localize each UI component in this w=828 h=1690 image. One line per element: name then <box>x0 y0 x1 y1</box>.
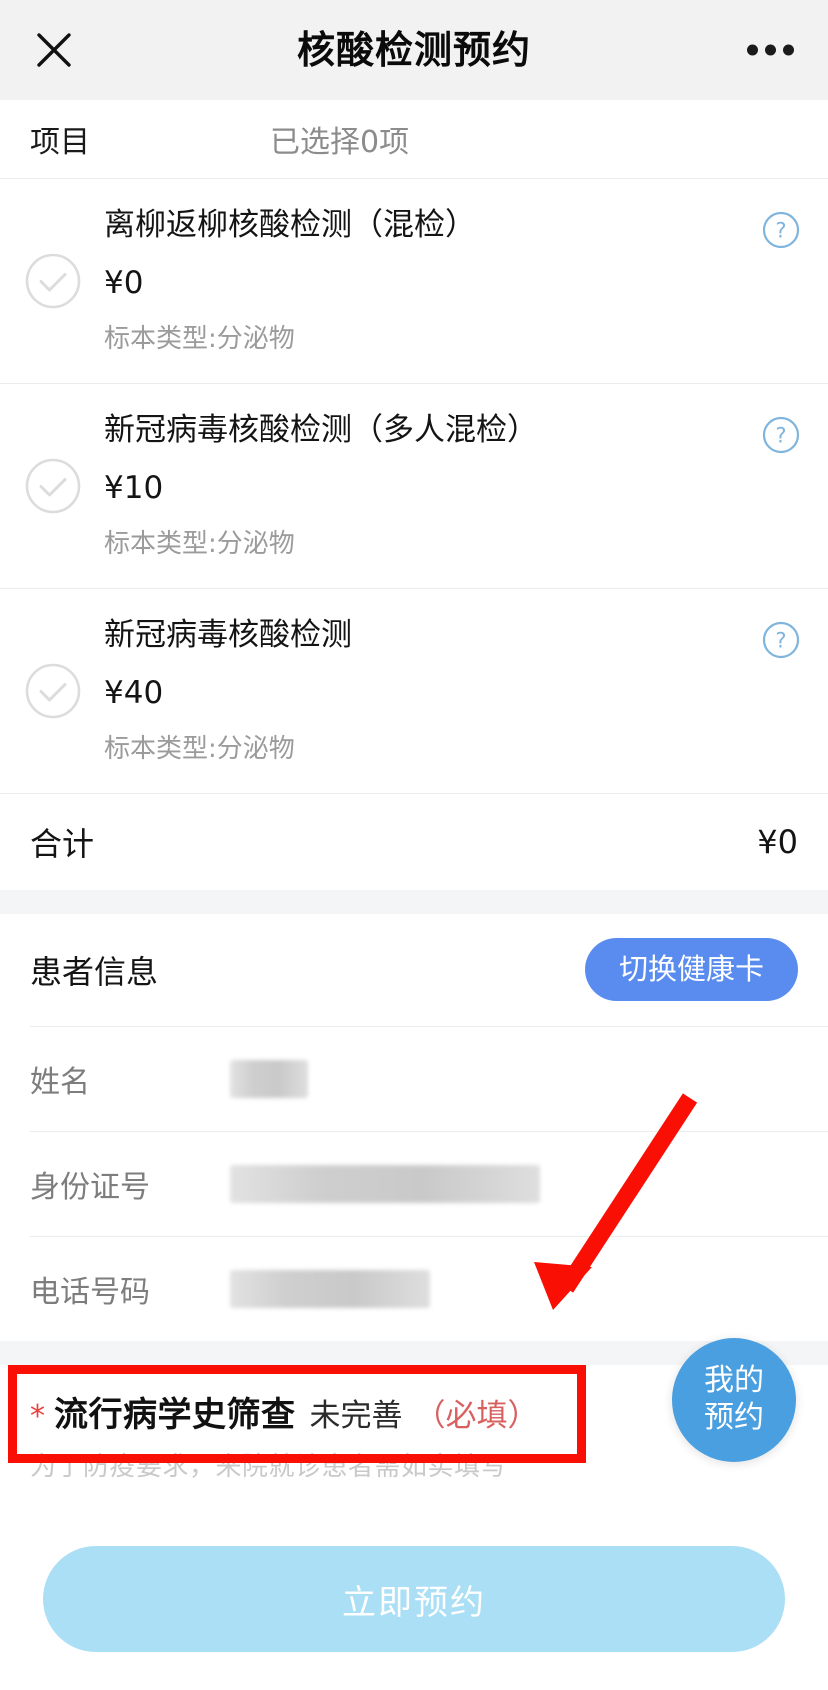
patient-info-label: 患者信息 <box>30 952 159 991</box>
patient-field-id-number[interactable]: 身份证号 <box>0 1131 828 1236</box>
patient-info-header: 患者信息 切换健康卡 <box>0 913 828 1026</box>
test-item-price: ¥10 <box>104 469 164 506</box>
field-label: 姓名 <box>30 1064 90 1100</box>
test-item-spec: 标本类型:分泌物 <box>104 324 295 355</box>
fab-line-1: 我的 <box>704 1363 764 1399</box>
close-icon[interactable] <box>30 26 78 74</box>
project-row[interactable]: 项目 已选择0项 <box>0 100 828 178</box>
question-mark-icon[interactable]: ? <box>762 211 800 249</box>
test-item[interactable]: 离柳返柳核酸检测（混检） ¥0 标本类型:分泌物 ? <box>0 179 828 383</box>
total-label: 合计 <box>30 824 95 863</box>
question-mark-icon[interactable]: ? <box>762 416 800 454</box>
bottom-action-bar: 立即预约 <box>0 1508 828 1690</box>
patient-info-section: 患者信息 切换健康卡 姓名 身份证号 电话号码 <box>0 913 828 1341</box>
project-label: 项目 <box>30 125 90 160</box>
check-circle-icon[interactable] <box>24 662 82 720</box>
patient-field-name[interactable]: 姓名 <box>0 1026 828 1131</box>
redacted-value <box>230 1059 308 1098</box>
test-item-price: ¥0 <box>104 264 144 301</box>
fab-line-2: 预约 <box>704 1400 764 1435</box>
test-item-body: 新冠病毒核酸检测 ¥40 标本类型:分泌物 <box>104 615 798 767</box>
project-section: 项目 已选择0项 离柳返柳核酸检测（混检） ¥0 标本类型:分泌物 ? 新冠病毒… <box>0 100 828 890</box>
epidemiology-title: 流行病学史筛查 <box>54 1394 296 1435</box>
check-circle-icon[interactable] <box>24 457 82 515</box>
test-item-spec: 标本类型:分泌物 <box>104 529 295 560</box>
test-item-name: 新冠病毒核酸检测 <box>104 616 352 653</box>
redacted-value <box>230 1164 540 1203</box>
test-item-price: ¥40 <box>104 674 164 711</box>
question-mark-icon[interactable]: ? <box>762 621 800 659</box>
switch-health-card-button[interactable]: 切换健康卡 <box>584 938 798 1002</box>
test-item[interactable]: 新冠病毒核酸检测 ¥40 标本类型:分泌物 ? <box>0 588 828 793</box>
field-label: 电话号码 <box>30 1274 150 1310</box>
test-item-body: 离柳返柳核酸检测（混检） ¥0 标本类型:分泌物 <box>104 205 798 357</box>
my-appointment-fab[interactable]: 我的 预约 <box>672 1338 796 1462</box>
required-asterisk: * <box>30 1398 45 1434</box>
patient-field-phone[interactable]: 电话号码 <box>0 1236 828 1341</box>
section-gap <box>0 889 828 914</box>
book-now-button[interactable]: 立即预约 <box>43 1546 785 1652</box>
total-row: 合计 ¥0 <box>0 793 828 890</box>
test-item-body: 新冠病毒核酸检测（多人混检） ¥10 标本类型:分泌物 <box>104 410 798 562</box>
redacted-value <box>230 1269 430 1308</box>
svg-text:?: ? <box>775 423 786 447</box>
navigation-bar: 核酸检测预约 <box>0 0 828 100</box>
project-selected-count: 已选择0项 <box>270 125 410 160</box>
test-item-name: 新冠病毒核酸检测（多人混检） <box>104 411 538 448</box>
app-root: 核酸检测预约 项目 已选择0项 离柳返柳核酸检测（混检） ¥0 标本类型:分泌物 <box>0 0 828 1690</box>
svg-text:?: ? <box>775 628 786 652</box>
page-title: 核酸检测预约 <box>296 28 531 72</box>
svg-text:?: ? <box>775 219 786 243</box>
test-item[interactable]: 新冠病毒核酸检测（多人混检） ¥10 标本类型:分泌物 ? <box>0 383 828 588</box>
more-options-icon[interactable] <box>747 44 794 56</box>
check-circle-icon[interactable] <box>24 252 82 310</box>
epidemiology-required-tag: （必填） <box>414 1397 539 1434</box>
field-label: 身份证号 <box>30 1169 150 1205</box>
epidemiology-status: 未完善 <box>309 1397 403 1434</box>
total-amount: ¥0 <box>757 822 798 861</box>
test-item-spec: 标本类型:分泌物 <box>104 734 295 765</box>
test-item-name: 离柳返柳核酸检测（混检） <box>104 207 476 243</box>
